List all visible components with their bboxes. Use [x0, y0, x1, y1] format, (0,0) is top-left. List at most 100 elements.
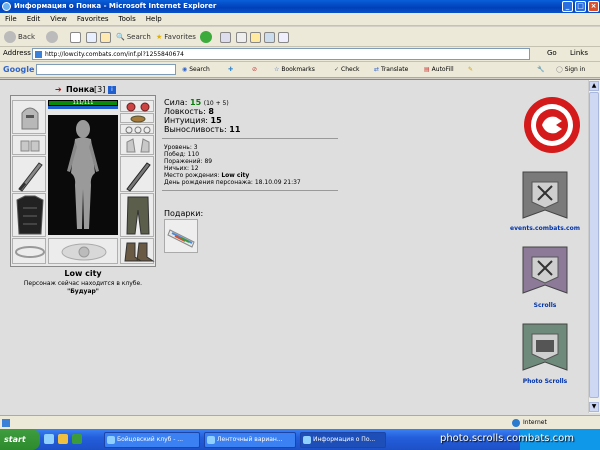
- info-wins: Побед: 110: [164, 151, 200, 158]
- private-arrow-icon[interactable]: ➔: [55, 85, 62, 94]
- photo-scrolls-link[interactable]: Photo Scrolls: [505, 378, 585, 385]
- menu-tools[interactable]: Tools: [114, 13, 141, 26]
- search-button[interactable]: 🔍 Search: [116, 30, 151, 44]
- bookmarks-button[interactable]: ☆ Bookmarks: [274, 65, 315, 74]
- pants-slot[interactable]: [120, 193, 154, 237]
- signin-button[interactable]: ◯ Sign in: [556, 65, 585, 74]
- stat-endurance: Выносливость: 11: [164, 125, 241, 134]
- bracers-icon: [20, 140, 40, 152]
- go-button[interactable]: Go: [547, 49, 557, 57]
- offhand-slot[interactable]: [120, 156, 154, 192]
- emblem-slot[interactable]: [48, 238, 118, 264]
- sword-icon: [18, 162, 43, 192]
- google-search-button[interactable]: ◉ Search: [182, 65, 210, 74]
- wrench-button[interactable]: 🔧: [537, 65, 544, 74]
- combats-logo-icon: [524, 97, 580, 153]
- combats-logo[interactable]: [522, 95, 582, 155]
- maximize-button[interactable]: □: [575, 1, 586, 12]
- scrolls-link[interactable]: Scrolls: [505, 302, 585, 309]
- scrolls-banner[interactable]: [520, 245, 568, 305]
- scroll-up-button[interactable]: ▲: [589, 81, 599, 91]
- address-label: Address: [3, 49, 31, 57]
- menu-bar: File Edit View Favorites Tools Help: [0, 13, 600, 26]
- amulet-slot[interactable]: [120, 113, 154, 123]
- task-tape-variant[interactable]: Ленточный вариан...: [204, 432, 296, 448]
- task-fight-club[interactable]: Бойцовский клуб - ...: [104, 432, 200, 448]
- search-icon: ◉: [182, 66, 188, 73]
- gift-pencil-icon: [167, 229, 195, 248]
- photo-scrolls-banner[interactable]: [520, 322, 568, 382]
- events-link[interactable]: events.combats.com: [505, 225, 585, 232]
- links-button[interactable]: Links: [570, 49, 588, 57]
- refresh-icon[interactable]: [86, 32, 97, 43]
- ie-icon: [2, 2, 11, 11]
- toolbar: Back 🔍 Search ★ Favorites: [0, 27, 600, 47]
- address-url: http://lowcity.combats.com/inf.pl?125584…: [45, 51, 184, 58]
- history-icon[interactable]: [200, 31, 212, 43]
- edit-icon[interactable]: [250, 32, 261, 43]
- task-info-ponka[interactable]: Информация о По...: [300, 432, 386, 448]
- scrollbar-thumb[interactable]: [589, 92, 599, 398]
- character-silhouette: [48, 115, 118, 235]
- start-button[interactable]: start: [0, 429, 40, 450]
- minimize-button[interactable]: _: [562, 1, 573, 12]
- pencil-button[interactable]: ✎: [468, 65, 473, 74]
- spellcheck-button[interactable]: ✓ Check: [334, 65, 360, 74]
- events-banner[interactable]: [520, 170, 568, 230]
- divider: [162, 138, 338, 139]
- mail-icon[interactable]: [220, 32, 231, 43]
- autofill-icon: ▤: [424, 66, 430, 73]
- belt-icon: [15, 246, 45, 258]
- gloves-slot[interactable]: [120, 135, 154, 155]
- forward-arrow-icon: [46, 31, 58, 43]
- info-birthplace: Место рождения: Low city: [164, 172, 250, 179]
- quicklaunch-media-icon[interactable]: [72, 434, 82, 444]
- print-icon[interactable]: [236, 32, 247, 43]
- quicklaunch-ie-icon[interactable]: [44, 434, 54, 444]
- translate-button[interactable]: ⇄ Translate: [374, 65, 408, 74]
- menu-edit[interactable]: Edit: [22, 13, 46, 26]
- weapon-slot[interactable]: [12, 156, 46, 192]
- user-icon: ◯: [556, 66, 563, 73]
- back-button[interactable]: Back: [4, 30, 35, 44]
- armor-slot[interactable]: [12, 193, 46, 237]
- forward-button[interactable]: [46, 30, 58, 44]
- close-button[interactable]: ×: [588, 1, 599, 12]
- status-bar: Internet: [0, 415, 600, 429]
- menu-help[interactable]: Help: [141, 13, 167, 26]
- pencil-icon: ✎: [468, 66, 474, 73]
- boots-slot[interactable]: [120, 238, 155, 264]
- stat-strength: Сила: 15 (10 + 5): [164, 98, 229, 107]
- quicklaunch-folder-icon[interactable]: [58, 434, 68, 444]
- autofill-button[interactable]: ▤ AutoFill: [424, 65, 454, 74]
- helmet-slot[interactable]: [12, 100, 46, 134]
- belt-slot[interactable]: [12, 238, 46, 264]
- home-icon[interactable]: [100, 32, 111, 43]
- bracers-slot[interactable]: [12, 135, 46, 155]
- menu-favorites[interactable]: Favorites: [72, 13, 114, 26]
- city-name: Low city: [64, 269, 102, 278]
- discuss-icon[interactable]: [264, 32, 275, 43]
- favorites-button[interactable]: ★ Favorites: [156, 30, 196, 44]
- menu-view[interactable]: View: [45, 13, 72, 26]
- search-icon: 🔍: [116, 33, 125, 41]
- stop-icon[interactable]: [70, 32, 81, 43]
- character-name: Понка: [66, 85, 95, 94]
- address-input[interactable]: http://lowcity.combats.com/inf.pl?125584…: [32, 48, 530, 60]
- gift-item[interactable]: [164, 219, 198, 253]
- messenger-icon[interactable]: [278, 32, 289, 43]
- google-search-input[interactable]: [36, 64, 176, 75]
- mana-bar: [48, 106, 118, 109]
- banner-icon: [522, 171, 568, 219]
- scroll-down-button[interactable]: ▼: [589, 402, 599, 412]
- google-options-button[interactable]: ✚: [228, 65, 233, 74]
- earrings-slot[interactable]: [120, 100, 154, 112]
- window-title: Информация о Понка - Microsoft Internet …: [14, 2, 217, 10]
- menu-file[interactable]: File: [0, 13, 22, 26]
- rings-icon: [125, 126, 151, 134]
- info-icon[interactable]: i: [108, 86, 116, 94]
- rings-slot[interactable]: [120, 124, 154, 134]
- dagger-icon: [126, 162, 151, 192]
- gloves-icon: [126, 138, 150, 153]
- popup-blocker-button[interactable]: ⊘: [252, 65, 257, 74]
